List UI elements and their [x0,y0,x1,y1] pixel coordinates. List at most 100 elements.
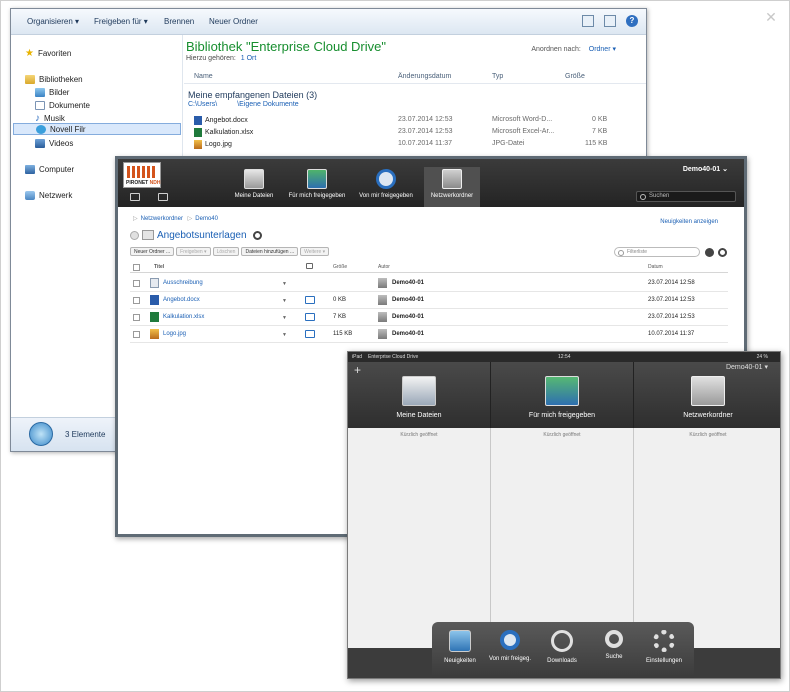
table-row[interactable]: Kalkulation.xlsx ▼ 7 KB Demo40-01 23.07.… [130,309,728,326]
row-checkbox[interactable] [133,314,140,321]
file-size: 7 KB [592,128,608,135]
arrange-dropdown[interactable]: Ordner ▾ [589,46,616,53]
help-icon[interactable]: ? [626,15,638,27]
column-size[interactable]: Größe [333,264,347,270]
more-button[interactable]: Weitere ▾ [300,247,330,256]
add-files-button[interactable]: Dateien hinzufügen ... [241,247,299,256]
table-row[interactable]: Angebot.docx ▼ 0 KB Demo40-01 23.07.2014… [130,292,728,309]
new-folder-button[interactable]: Neuer Ordner ... [130,247,175,256]
path-segment[interactable]: C:\Users\ [188,101,217,108]
select-all-checkbox[interactable] [133,264,140,271]
file-title[interactable]: Kalkulation.xlsx [150,312,204,322]
nav-computer[interactable]: Computer [25,163,74,175]
shared-by-me-icon [500,630,520,650]
breadcrumb: ▷ Netzwerkordner ▷ Demo40 [133,216,218,222]
show-news-link[interactable]: Neuigkeiten anzeigen [660,219,718,225]
user-menu[interactable]: Demo40-01 ▾ [726,363,768,371]
tile-network-folders[interactable]: Netzwerkordner [634,362,780,428]
row-checkbox[interactable] [133,331,140,338]
burn-button[interactable]: Brennen [164,17,194,26]
nav-favorites[interactable]: ★ Favoriten [25,47,71,59]
file-title[interactable]: Angebot.docx [150,295,200,305]
row-menu-icon[interactable]: ▼ [282,315,287,321]
preview-pane-icon[interactable] [604,15,616,27]
arrange-by: Anordnen nach: Ordner ▾ [531,45,616,53]
view-options-icon[interactable] [582,15,594,27]
organize-button[interactable]: Organisieren ▾ [27,17,79,26]
nav-novell-filr[interactable]: Novell Filr [13,123,181,135]
file-title-text: Logo.jpg [163,331,187,337]
nav-videos[interactable]: Videos [35,137,73,149]
comment-icon[interactable] [305,296,315,304]
nav-label: Videos [49,138,74,148]
folder-icon [150,278,159,288]
path-segment[interactable]: \Eigene Dokumente [237,101,298,108]
dock-search[interactable]: Suche [592,630,636,660]
nav-pictures[interactable]: Bilder [35,86,69,98]
column-type[interactable]: Typ [492,73,503,80]
word-file-icon [194,116,202,125]
column-author[interactable]: Autor [378,264,390,270]
close-icon[interactable]: ✕ [764,10,778,24]
network-folders-icon [691,376,725,406]
nav-documents[interactable]: Dokumente [35,99,90,111]
row-menu-icon[interactable]: ▼ [282,281,287,287]
column-date[interactable]: Datum [648,264,663,270]
row-menu-icon[interactable]: ▼ [282,298,287,304]
file-row[interactable]: Kalkulation.xlsx 23.07.2014 12:53 Micros… [184,127,646,139]
pironet-logo[interactable]: PIRONET NDH [123,162,161,188]
tile-label: Meine Dateien [396,412,442,419]
chat-icon[interactable] [158,193,168,201]
column-name[interactable]: Name [194,73,213,80]
share-button[interactable]: Freigeben ▾ [176,247,211,256]
row-menu-icon[interactable]: ▼ [282,332,287,338]
delete-button[interactable]: Löschen [212,247,240,256]
tab-shared-by-me[interactable]: Von mir freigegeben [354,167,418,207]
group-title[interactable]: Meine empfangenen Dateien (3) [188,90,317,100]
tab-my-files[interactable]: Meine Dateien [228,167,280,207]
search-input[interactable]: Suchen [636,191,736,202]
tile-shared-with-me[interactable]: Für mich freigegeben [491,362,634,428]
tile-my-files[interactable]: Meine Dateien [348,362,491,428]
user-menu[interactable]: Demo40-01 ⌄ [683,165,728,173]
tab-network-folders[interactable]: Netzwerkordner [424,167,480,207]
tab-shared-with-me[interactable]: Für mich freigegeben [282,167,352,207]
share-with-button[interactable]: Freigeben für ▾ [94,17,148,26]
column-title[interactable]: Titel [154,264,164,270]
file-title[interactable]: Ausschreibung [150,278,203,288]
tab-label: Meine Dateien [234,193,274,199]
comment-icon[interactable] [305,330,315,338]
file-title[interactable]: Logo.jpg [150,329,186,339]
network-folders-icon [442,169,462,189]
web-header: PIRONET NDH Meine Dateien Für mich freig… [118,159,744,207]
dock-shared-by-me[interactable]: Von mir freigeg. [488,630,532,662]
column-date[interactable]: Änderungsdatum [398,73,451,80]
back-icon[interactable] [130,230,139,240]
dock-settings[interactable]: Einstellungen [642,630,686,664]
folder-settings-icon[interactable] [252,230,262,240]
nav-network[interactable]: Netzwerk [25,189,72,201]
filter-options-icon[interactable] [705,248,714,257]
row-checkbox[interactable] [133,280,140,287]
file-row[interactable]: Logo.jpg 10.07.2014 11:37 JPG-Datei 115 … [184,139,646,151]
dock-label: Neuigkeiten [444,658,476,664]
view-settings-icon[interactable] [718,248,727,257]
nav-label: Favoriten [37,48,72,58]
nav-libraries[interactable]: Bibliotheken [25,73,83,85]
comment-icon[interactable] [305,313,315,321]
dock-news[interactable]: Neuigkeiten [438,630,482,664]
users-icon[interactable] [130,193,140,201]
dock-downloads[interactable]: Downloads [540,630,584,664]
row-checkbox[interactable] [133,297,140,304]
table-row[interactable]: Logo.jpg ▼ 115 KB Demo40-01 10.07.2014 1… [130,326,728,343]
add-icon[interactable]: + [354,363,361,377]
breadcrumb-item[interactable]: Demo40 [195,216,218,222]
file-author: Demo40-01 [392,280,425,286]
filter-input[interactable]: Filterliste [614,247,700,257]
library-locations-link[interactable]: 1 Ort [241,55,257,62]
column-size[interactable]: Größe [565,73,585,80]
breadcrumb-item[interactable]: Netzwerkordner [141,216,183,222]
file-row[interactable]: Angebot.docx 23.07.2014 12:53 Microsoft … [184,115,646,127]
new-folder-button[interactable]: Neuer Ordner [209,17,258,26]
table-row[interactable]: Ausschreibung ▼ Demo40-01 23.07.2014 12:… [130,275,728,292]
